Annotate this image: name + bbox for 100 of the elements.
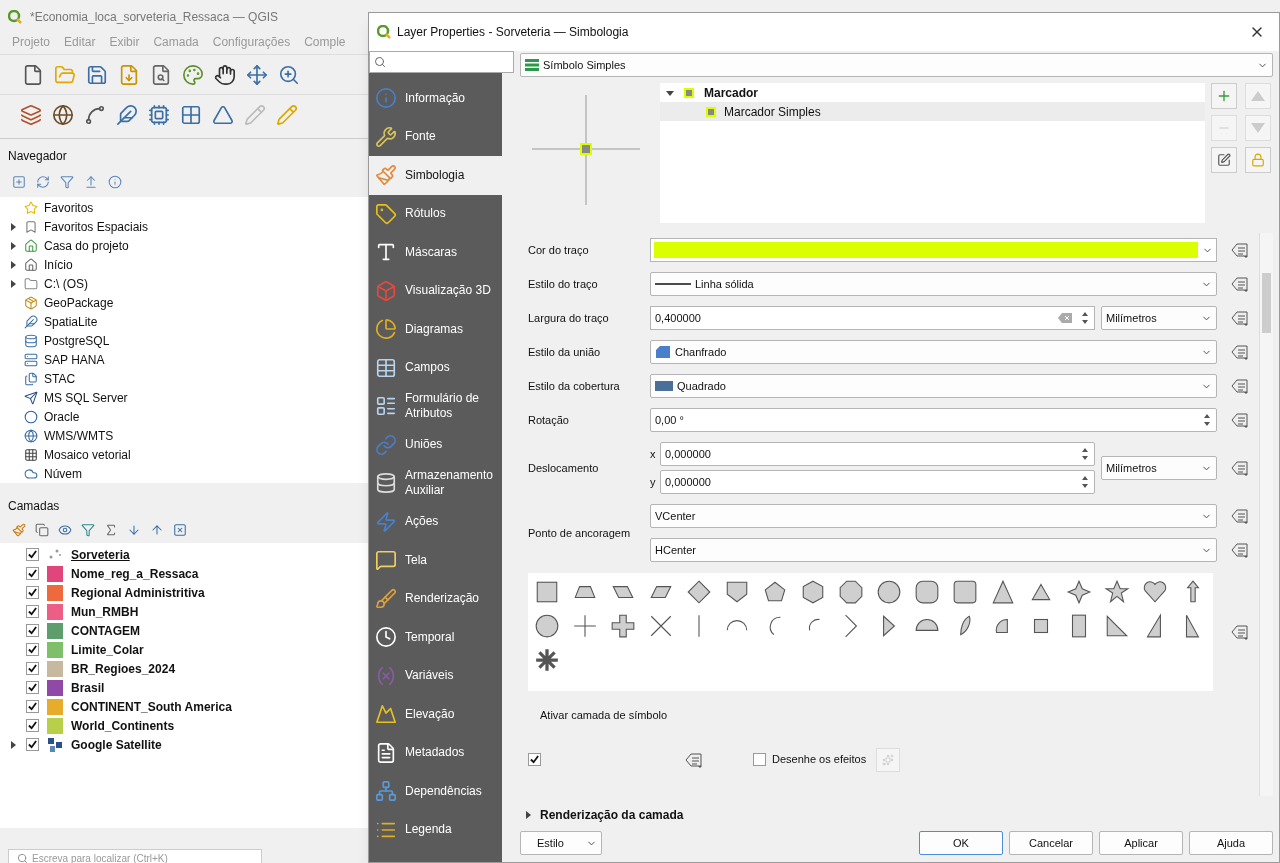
circle-symbol-icon[interactable] bbox=[534, 613, 560, 639]
collapsed-caret-icon[interactable] bbox=[9, 223, 17, 232]
tree-item[interactable]: Marcador bbox=[704, 83, 759, 102]
checkbox-label[interactable]: Desenhe os efeitos bbox=[772, 751, 867, 768]
dialog-button[interactable]: Ajuda bbox=[1189, 831, 1273, 855]
number-field[interactable]: 0,00 ° bbox=[650, 408, 1217, 432]
number-field[interactable]: 0,000000 bbox=[660, 470, 1095, 494]
rounded-square-symbol-icon[interactable] bbox=[952, 579, 978, 605]
checkbox[interactable] bbox=[26, 567, 39, 580]
expanded-caret-icon[interactable] bbox=[666, 88, 674, 97]
style-dropdown[interactable]: Estilo bbox=[520, 831, 602, 855]
layer-name[interactable]: Limite_Colar bbox=[71, 640, 144, 659]
chip-add-icon[interactable] bbox=[148, 103, 170, 126]
layer-name[interactable]: World_Continents bbox=[71, 716, 175, 735]
filter-icon[interactable] bbox=[60, 175, 74, 189]
sidebar-item[interactable]: Fonte bbox=[369, 117, 502, 156]
number-field[interactable]: 0,000000 bbox=[660, 442, 1095, 466]
paintbrush-icon[interactable] bbox=[12, 523, 26, 537]
browser-item[interactable]: STAC bbox=[44, 369, 76, 388]
layer-name[interactable]: CONTAGEM bbox=[71, 621, 141, 640]
checkbox[interactable] bbox=[26, 643, 39, 656]
browser-item[interactable]: Favoritos Espaciais bbox=[44, 218, 149, 237]
section-header[interactable]: Renderização da camada bbox=[540, 806, 684, 824]
diamond-symbol-icon[interactable] bbox=[686, 579, 712, 605]
arrow-up-icon[interactable] bbox=[150, 523, 164, 537]
layer-name[interactable]: Nome_reg_a_Ressaca bbox=[71, 564, 199, 583]
palette-icon[interactable] bbox=[182, 63, 204, 86]
pan-hand-icon[interactable] bbox=[214, 63, 236, 86]
checkbox[interactable] bbox=[26, 681, 39, 694]
vertex-add-icon[interactable] bbox=[84, 103, 106, 126]
browser-item[interactable]: MS SQL Server bbox=[44, 388, 128, 407]
locator-search-field[interactable]: Escreva para localizar (Ctrl+K) bbox=[8, 849, 262, 863]
sidebar-item[interactable]: Formulário de Atributos bbox=[369, 387, 502, 426]
symbol-type-dropdown[interactable]: Símbolo Simples bbox=[520, 53, 1273, 77]
sidebar-item[interactable]: Variáveis bbox=[369, 656, 502, 695]
new-file-icon[interactable] bbox=[22, 63, 44, 86]
sidebar-item[interactable]: Tela bbox=[369, 541, 502, 580]
checkbox[interactable] bbox=[753, 753, 766, 766]
dialog-button[interactable]: OK bbox=[919, 831, 1003, 855]
sidebar-item[interactable]: Uniões bbox=[369, 425, 502, 464]
layer-name[interactable]: BR_Regioes_2024 bbox=[71, 659, 176, 678]
plus-symbol-icon[interactable] bbox=[610, 613, 636, 639]
sidebar-item[interactable]: Rótulos bbox=[369, 194, 502, 233]
collapsed-caret-icon[interactable] bbox=[9, 261, 17, 270]
star-symbol-icon[interactable] bbox=[1104, 579, 1130, 605]
collapse-up-icon[interactable] bbox=[84, 175, 98, 189]
cross-symbol-icon[interactable] bbox=[572, 613, 598, 639]
zoom-in-icon[interactable] bbox=[278, 63, 300, 86]
checkbox[interactable] bbox=[26, 738, 39, 751]
browser-item[interactable]: SpatiaLite bbox=[44, 313, 98, 332]
save-icon[interactable] bbox=[86, 63, 108, 86]
sidebar-item[interactable]: Campos bbox=[369, 348, 502, 387]
sidebar-item[interactable]: Máscaras bbox=[369, 233, 502, 272]
checkbox[interactable] bbox=[26, 700, 39, 713]
browser-item[interactable]: C:\ (OS) bbox=[44, 275, 88, 294]
spin-arrows-icon[interactable] bbox=[1080, 474, 1090, 490]
sidebar-item[interactable]: Visualização 3D bbox=[369, 271, 502, 310]
scrollbar[interactable] bbox=[502, 73, 514, 862]
spin-arrows-icon[interactable] bbox=[1080, 446, 1090, 462]
dialog-button[interactable]: Aplicar bbox=[1099, 831, 1183, 855]
info-icon[interactable] bbox=[108, 175, 122, 189]
layer-name[interactable]: Brasil bbox=[71, 678, 105, 697]
tree-item[interactable]: Marcador Simples bbox=[660, 102, 1205, 121]
four-point-star-symbol-icon[interactable] bbox=[1066, 579, 1092, 605]
collapsed-caret-icon[interactable] bbox=[9, 740, 17, 749]
file-download-icon[interactable] bbox=[118, 63, 140, 86]
sidebar-item[interactable]: Informação bbox=[369, 79, 502, 118]
browser-item[interactable]: PostgreSQL bbox=[44, 332, 110, 351]
move-arrows-icon[interactable] bbox=[246, 63, 268, 86]
feather-add-icon[interactable] bbox=[116, 103, 138, 126]
layer-name[interactable]: Regional Administritiva bbox=[71, 583, 205, 602]
x-symbol-icon[interactable] bbox=[648, 613, 674, 639]
arrow-down-icon[interactable] bbox=[127, 523, 141, 537]
collapsed-caret-icon[interactable] bbox=[524, 811, 532, 819]
checkbox[interactable] bbox=[26, 548, 39, 561]
checkbox[interactable] bbox=[26, 662, 39, 675]
dropdown[interactable]: VCenter bbox=[650, 504, 1217, 528]
right-triangle-symbol-icon[interactable] bbox=[1104, 613, 1130, 639]
layer-name[interactable]: Mun_RMBH bbox=[71, 602, 139, 621]
browser-item[interactable]: Casa do projeto bbox=[44, 237, 129, 256]
sigma-icon[interactable] bbox=[104, 523, 118, 537]
browser-item[interactable]: WMS/WMTS bbox=[44, 426, 114, 445]
checkbox[interactable] bbox=[26, 605, 39, 618]
checkbox[interactable] bbox=[26, 624, 39, 637]
triangle-add-icon[interactable] bbox=[212, 103, 234, 126]
dialog-button[interactable]: Cancelar bbox=[1009, 831, 1093, 855]
sidebar-item[interactable]: Elevação bbox=[369, 695, 502, 734]
browser-item[interactable]: Favoritos bbox=[44, 199, 94, 218]
sidebar-item[interactable]: Temporal bbox=[369, 618, 502, 657]
sidebar-item[interactable]: Simbologia bbox=[369, 156, 502, 195]
dropdown[interactable]: Chanfrado bbox=[650, 340, 1217, 364]
dropdown[interactable]: HCenter bbox=[650, 538, 1217, 562]
sidebar-item[interactable]: Metadados bbox=[369, 733, 502, 772]
grid-add-icon[interactable] bbox=[180, 103, 202, 126]
browser-item[interactable]: Núvem bbox=[44, 464, 82, 483]
checkbox[interactable] bbox=[26, 719, 39, 732]
layers-add-icon[interactable] bbox=[20, 103, 42, 126]
sidebar-item[interactable]: Ações bbox=[369, 502, 502, 541]
number-field[interactable]: 0,400000 bbox=[650, 306, 1095, 330]
scrollbar[interactable] bbox=[1259, 233, 1273, 796]
